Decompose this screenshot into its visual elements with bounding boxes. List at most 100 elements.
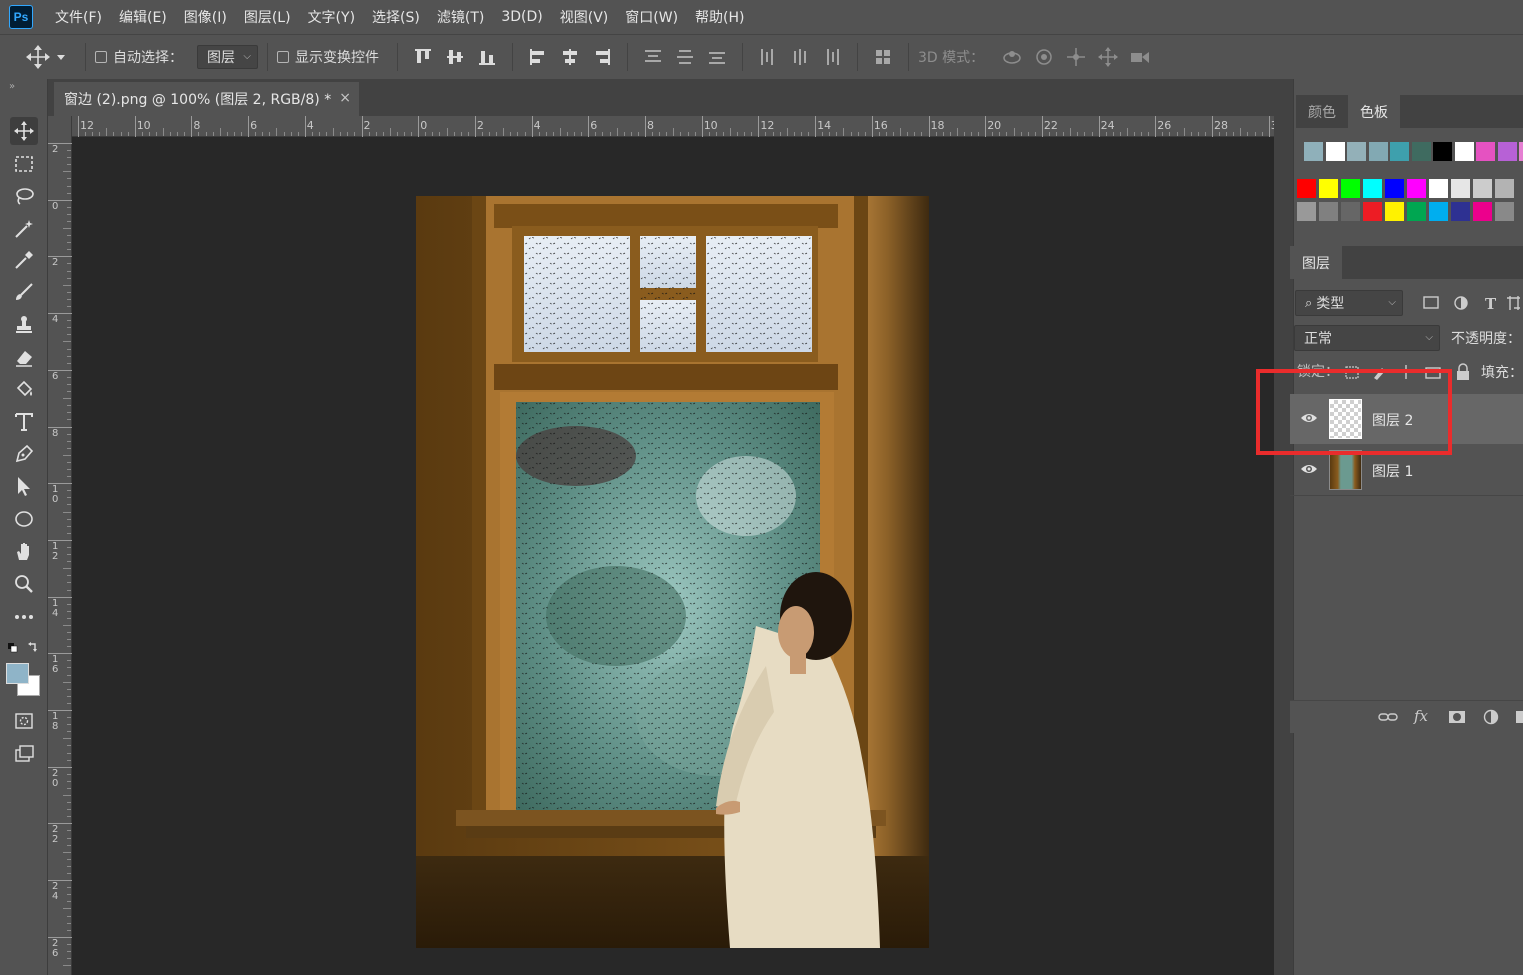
adjustment-icon[interactable] xyxy=(1482,709,1500,725)
default-colors-swap-icon[interactable] xyxy=(6,641,42,655)
menu-layer[interactable]: 图层(L) xyxy=(244,7,291,27)
distribute-center-icon[interactable] xyxy=(674,46,696,68)
menu-window[interactable]: 窗口(W) xyxy=(625,7,678,27)
menu-edit[interactable]: 编辑(E) xyxy=(119,7,167,27)
more-tools-icon[interactable] xyxy=(10,603,38,631)
menu-filter[interactable]: 滤镜(T) xyxy=(437,7,484,27)
recent-swatch[interactable] xyxy=(1497,142,1517,161)
pen-tool-icon[interactable] xyxy=(10,440,38,468)
document-image[interactable] xyxy=(416,196,929,948)
document-tab[interactable]: 窗边 (2).png @ 100% (图层 2, RGB/8) * × xyxy=(54,82,359,116)
palette-row2-swatch[interactable] xyxy=(1451,202,1470,221)
palette-row2-swatch[interactable] xyxy=(1363,202,1382,221)
tab-swatches[interactable]: 色板 xyxy=(1348,95,1400,128)
hand-tool-icon[interactable] xyxy=(10,537,38,565)
palette-row1-swatch[interactable] xyxy=(1473,179,1492,198)
menu-view[interactable]: 视图(V) xyxy=(560,7,609,27)
palette-row2-swatch[interactable] xyxy=(1407,202,1426,221)
paint-bucket-icon[interactable] xyxy=(10,375,38,403)
palette-row1-swatch[interactable] xyxy=(1495,179,1514,198)
distribute-bottom-icon[interactable] xyxy=(706,46,728,68)
magic-wand-icon[interactable] xyxy=(10,215,38,243)
align-vertical-center-icon[interactable] xyxy=(444,46,466,68)
recent-swatch[interactable] xyxy=(1368,142,1388,161)
align-left-icon[interactable] xyxy=(527,46,549,68)
menu-type[interactable]: 文字(Y) xyxy=(308,7,355,27)
palette-row1-swatch[interactable] xyxy=(1363,179,1382,198)
align-bottom-icon[interactable] xyxy=(476,46,498,68)
palette-row2-swatch[interactable] xyxy=(1341,202,1360,221)
3d-roll-icon[interactable] xyxy=(1033,46,1055,68)
tab-color[interactable]: 颜色 xyxy=(1296,95,1348,128)
palette-row2-swatch[interactable] xyxy=(1429,202,1448,221)
tab-layers[interactable]: 图层 xyxy=(1290,246,1342,279)
palette-row2-swatch[interactable] xyxy=(1319,202,1338,221)
3d-pan-icon[interactable] xyxy=(1065,46,1087,68)
palette-row1-swatch[interactable] xyxy=(1385,179,1404,198)
distribute-top-icon[interactable] xyxy=(642,46,664,68)
recent-swatch[interactable] xyxy=(1519,142,1523,161)
palette-row1-swatch[interactable] xyxy=(1451,179,1470,198)
clone-stamp-icon[interactable] xyxy=(10,310,38,338)
mask-icon[interactable] xyxy=(1448,709,1466,725)
eyedropper-icon[interactable] xyxy=(10,246,38,274)
3d-orbit-icon[interactable] xyxy=(1001,46,1023,68)
palette-row2-swatch[interactable] xyxy=(1297,202,1316,221)
blend-mode-dropdown[interactable]: 正常 ⌵ xyxy=(1294,325,1440,351)
recent-swatch[interactable] xyxy=(1433,142,1452,161)
recent-swatch[interactable] xyxy=(1390,142,1409,161)
horizontal-ruler[interactable]: 1210864202468101214161820222426283 xyxy=(72,116,1278,137)
distribute-hcenter-icon[interactable] xyxy=(789,46,811,68)
eraser-icon[interactable] xyxy=(10,343,38,371)
align-horizontal-center-icon[interactable] xyxy=(559,46,581,68)
recent-swatch[interactable] xyxy=(1476,142,1495,161)
palette-row1-swatch[interactable] xyxy=(1319,179,1338,198)
menu-file[interactable]: 文件(F) xyxy=(55,7,102,27)
palette-row2-swatch[interactable] xyxy=(1385,202,1404,221)
align-right-icon[interactable] xyxy=(591,46,613,68)
screen-mode-icon[interactable] xyxy=(10,740,38,768)
palette-row1-swatch[interactable] xyxy=(1341,179,1360,198)
quick-mask-icon[interactable] xyxy=(10,707,38,735)
fx-icon[interactable]: fx xyxy=(1414,707,1428,725)
menu-image[interactable]: 图像(I) xyxy=(184,7,227,27)
path-selection-icon[interactable] xyxy=(10,472,38,500)
align-top-icon[interactable] xyxy=(412,46,434,68)
distribute-left-icon[interactable] xyxy=(757,46,779,68)
recent-swatch[interactable] xyxy=(1347,142,1366,161)
new-layer-icon[interactable] xyxy=(1514,709,1523,725)
zoom-tool-icon[interactable] xyxy=(10,570,38,598)
3d-slide-icon[interactable] xyxy=(1097,46,1119,68)
close-icon[interactable]: × xyxy=(339,90,351,106)
move-tool-icon[interactable] xyxy=(10,117,38,145)
palette-row2-swatch[interactable] xyxy=(1473,202,1492,221)
auto-select-target-dropdown[interactable]: 图层 ⌵ xyxy=(197,45,258,69)
photoshop-logo-icon[interactable]: Ps xyxy=(9,5,33,29)
palette-row1-swatch[interactable] xyxy=(1407,179,1426,198)
vertical-scrollbar[interactable] xyxy=(1274,116,1293,975)
collapse-icon[interactable]: » xyxy=(9,81,15,92)
show-transform-checkbox[interactable] xyxy=(277,51,289,63)
lasso-icon[interactable] xyxy=(10,182,38,210)
palette-row2-swatch[interactable] xyxy=(1495,202,1514,221)
recent-swatch[interactable] xyxy=(1325,142,1345,161)
vertical-ruler[interactable]: 2 0 2 4 6 8 10 12 14 16 18 20 22 24 26 xyxy=(48,116,72,975)
recent-swatch[interactable] xyxy=(1411,142,1431,161)
layer-filter-dropdown[interactable]: ⌕ 类型 ⌵ xyxy=(1295,290,1403,316)
type-tool-icon[interactable] xyxy=(10,408,38,436)
layer-filter-icons[interactable]: T xyxy=(1422,294,1522,312)
auto-align-icon[interactable] xyxy=(872,46,894,68)
menu-3d[interactable]: 3D(D) xyxy=(501,9,542,25)
rectangular-marquee-icon[interactable] xyxy=(10,150,38,178)
foreground-color-swatch[interactable] xyxy=(6,663,29,684)
palette-row1-swatch[interactable] xyxy=(1297,179,1316,198)
eye-icon[interactable] xyxy=(1300,460,1318,478)
3d-camera-icon[interactable] xyxy=(1129,46,1151,68)
menu-select[interactable]: 选择(S) xyxy=(372,7,420,27)
auto-select-checkbox[interactable] xyxy=(95,51,107,63)
palette-row1-swatch[interactable] xyxy=(1429,179,1448,198)
link-icon[interactable] xyxy=(1378,710,1398,724)
distribute-right-icon[interactable] xyxy=(821,46,843,68)
recent-swatch[interactable] xyxy=(1304,142,1323,161)
ellipse-tool-icon[interactable] xyxy=(10,505,38,533)
